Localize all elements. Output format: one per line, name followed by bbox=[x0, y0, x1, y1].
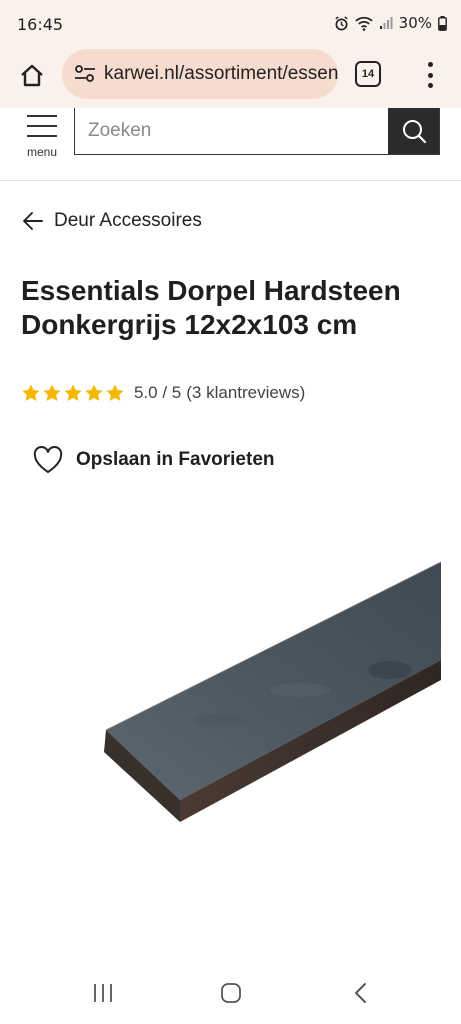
rating-count: (3 klantreviews) bbox=[186, 383, 306, 402]
tab-count: 14 bbox=[361, 68, 375, 80]
search-button[interactable] bbox=[388, 108, 439, 154]
breadcrumb-label: Deur Accessoires bbox=[54, 210, 202, 231]
search-input[interactable] bbox=[75, 108, 388, 154]
hamburger-icon-line bbox=[27, 135, 57, 137]
status-bar: 16:45 30% bbox=[0, 0, 461, 46]
menu-dot bbox=[427, 62, 433, 67]
search-icon bbox=[402, 120, 426, 144]
star-icon bbox=[22, 384, 40, 401]
favorite-label: Opslaan in Favorieten bbox=[76, 449, 275, 470]
system-navigation-bar bbox=[0, 960, 461, 1024]
star-icon bbox=[43, 384, 61, 401]
heart-icon bbox=[33, 446, 63, 473]
arrow-left-icon bbox=[23, 212, 43, 230]
battery-level: 30% bbox=[398, 14, 432, 32]
search-box bbox=[74, 108, 440, 155]
star-icon bbox=[64, 384, 82, 401]
menu-button[interactable]: menu bbox=[22, 113, 62, 161]
battery-icon bbox=[438, 15, 447, 31]
url-text: karwei.nl/assortiment/essentials-dorpel bbox=[104, 63, 338, 84]
home-circle-icon bbox=[221, 983, 241, 1003]
tab-switcher-button[interactable]: 14 bbox=[355, 61, 381, 87]
status-time: 16:45 bbox=[17, 15, 64, 34]
breadcrumb[interactable]: Deur Accessoires bbox=[22, 210, 202, 232]
star-icon bbox=[85, 384, 103, 401]
rating[interactable]: 5.0 / 5 (3 klantreviews) bbox=[21, 383, 305, 403]
home-button[interactable] bbox=[14, 58, 50, 94]
recent-apps-icon bbox=[94, 984, 112, 1002]
save-favorite-button[interactable]: Opslaan in Favorieten bbox=[32, 446, 275, 474]
site-settings-icon[interactable] bbox=[74, 63, 96, 85]
address-bar[interactable]: karwei.nl/assortiment/essentials-dorpel bbox=[62, 49, 338, 99]
home-nav-button[interactable] bbox=[216, 978, 246, 1008]
home-icon bbox=[21, 64, 43, 87]
menu-dot bbox=[427, 83, 433, 88]
threshold-stone-image bbox=[104, 561, 442, 822]
product-title: Essentials Dorpel Hardsteen Donkergrijs … bbox=[21, 275, 401, 340]
site-header: menu bbox=[0, 108, 461, 181]
alarm-icon bbox=[334, 15, 349, 31]
hamburger-icon-line bbox=[27, 125, 57, 127]
rating-score: 5.0 / 5 bbox=[134, 383, 182, 402]
rating-stars bbox=[21, 383, 125, 403]
product-image[interactable] bbox=[0, 520, 461, 900]
hamburger-icon-line bbox=[27, 115, 57, 117]
browser-menu-button[interactable] bbox=[418, 60, 442, 90]
menu-label: menu bbox=[26, 145, 58, 159]
recent-apps-button[interactable] bbox=[88, 978, 118, 1008]
status-icons: 30% bbox=[334, 14, 447, 32]
menu-dot bbox=[427, 72, 433, 78]
wifi-icon bbox=[355, 16, 373, 31]
back-button[interactable] bbox=[346, 978, 376, 1008]
browser-toolbar: karwei.nl/assortiment/essentials-dorpel … bbox=[0, 46, 461, 108]
signal-icon bbox=[379, 16, 393, 30]
star-icon bbox=[106, 384, 124, 401]
back-icon bbox=[355, 983, 366, 1003]
